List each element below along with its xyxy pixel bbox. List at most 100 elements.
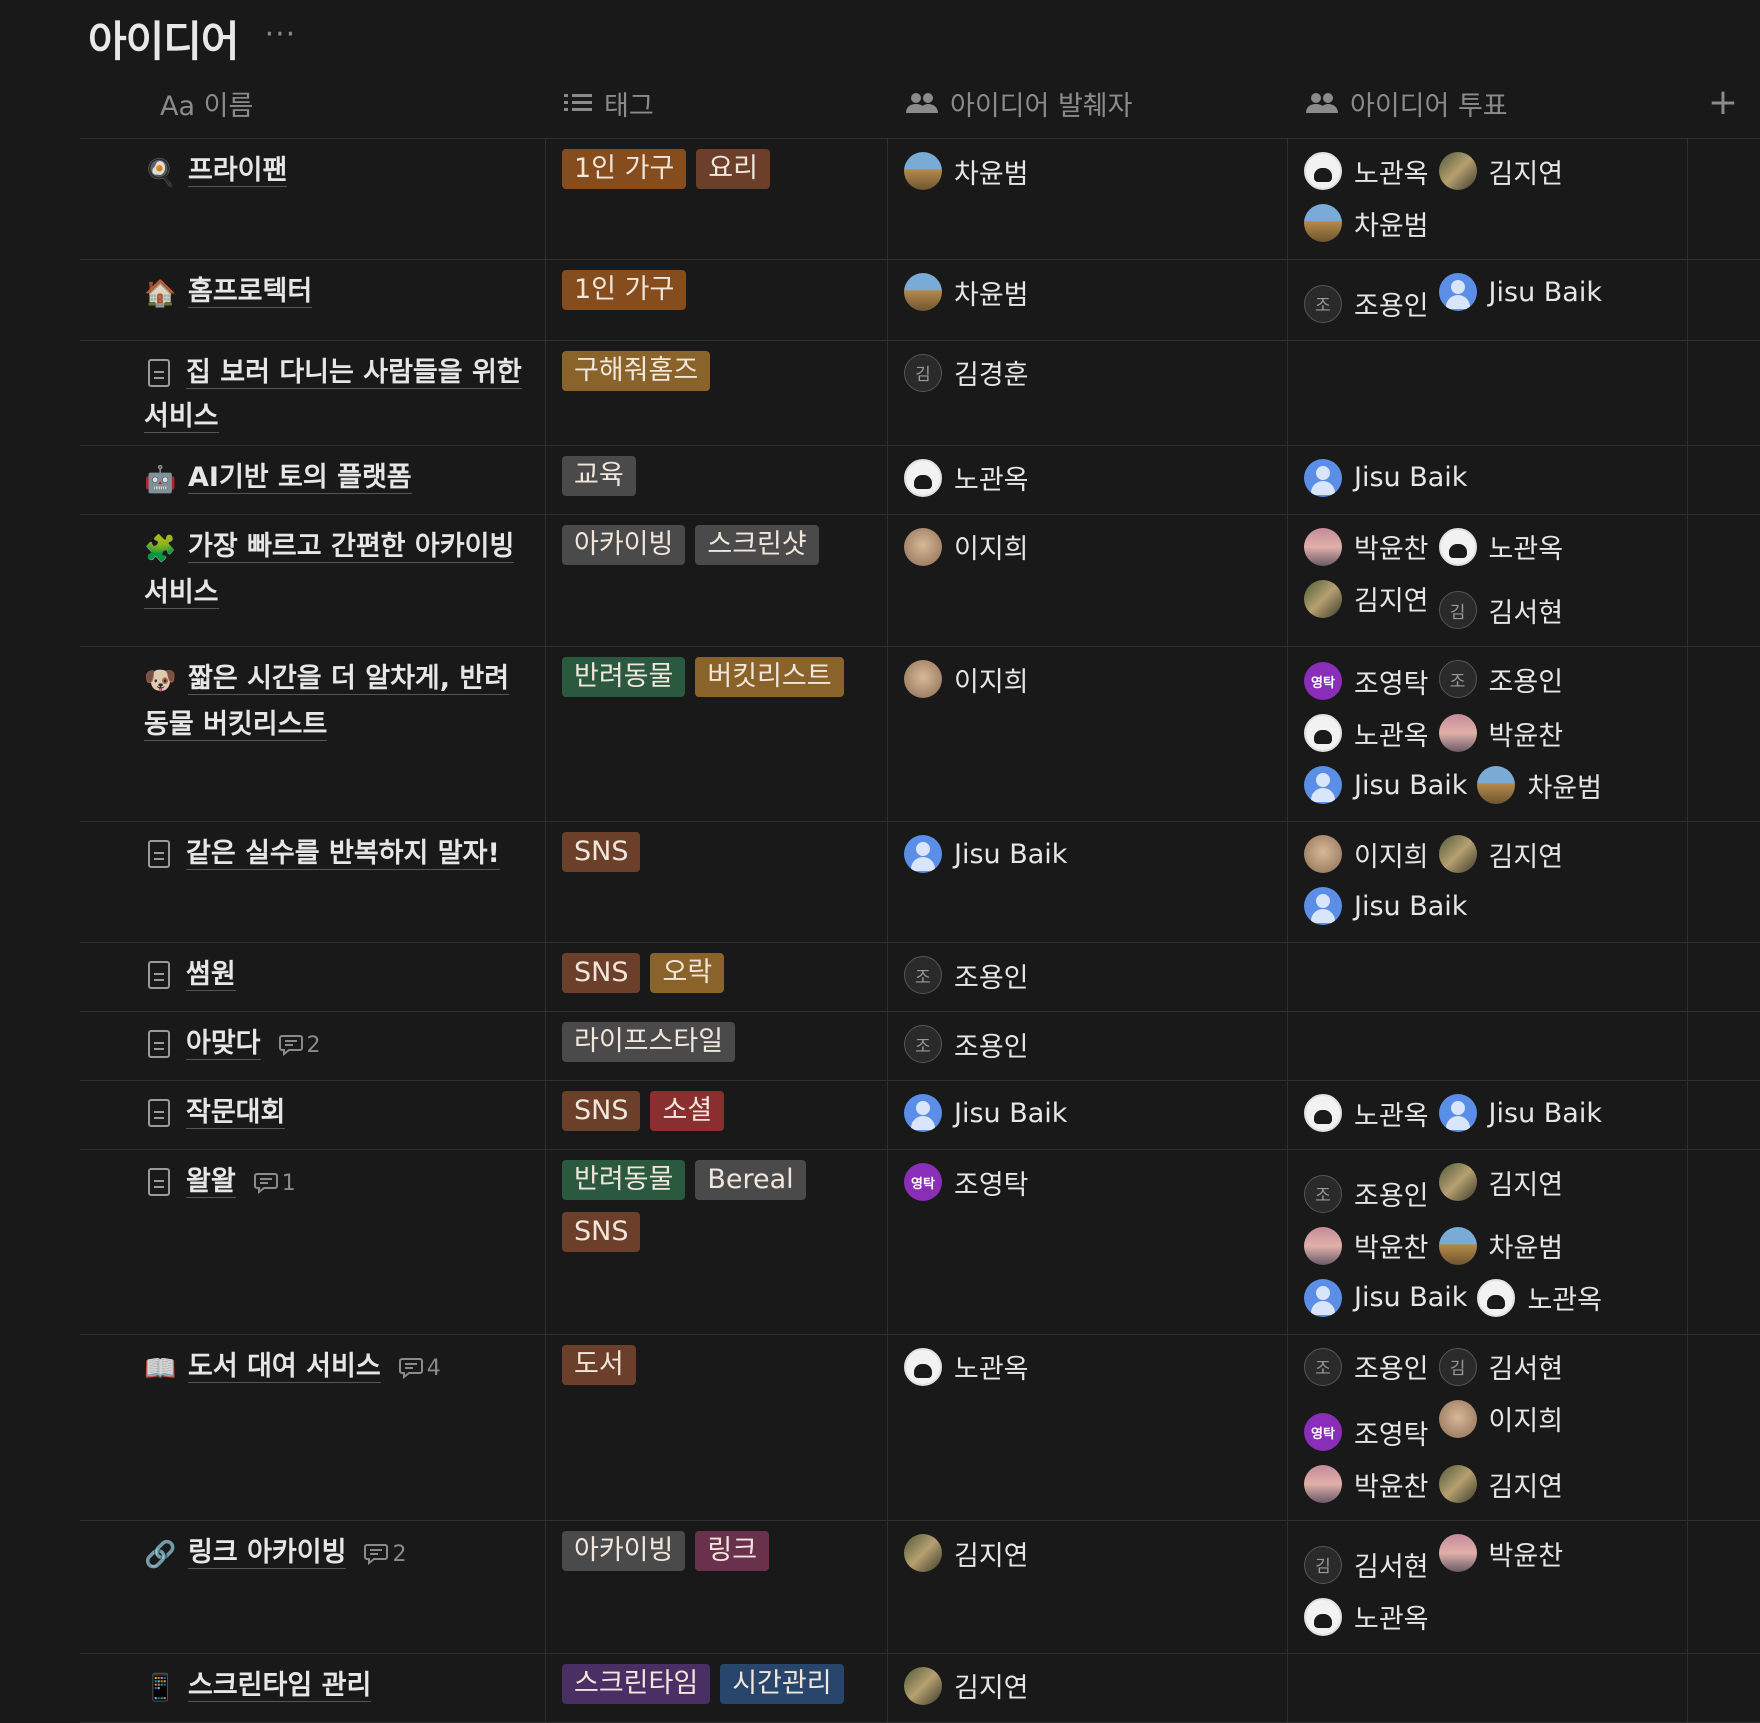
tag-chip[interactable]: 교육 (562, 455, 636, 496)
cell-name[interactable]: 작문대회 (80, 1081, 546, 1149)
cell-votes[interactable] (1288, 1653, 1688, 1722)
cell-creator[interactable]: Jisu Baik (888, 822, 1288, 942)
table-row[interactable]: 🧩 가장 빠르고 간편한 아카이빙 서비스 아카이빙 스크린샷 이지희 박윤찬 노관옥 김지연… (80, 514, 1760, 647)
comment-count[interactable]: 4 (398, 1356, 441, 1381)
cell-tags[interactable]: 교육 (546, 445, 888, 514)
page-title-link[interactable]: 집 보러 다니는 사람들을 위한 서비스 (144, 356, 522, 433)
cell-creator[interactable]: 이지희 (888, 647, 1288, 821)
tag-chip[interactable]: 1인 가구 (562, 270, 687, 310)
tag-chip[interactable]: 라이프스타일 (562, 1022, 736, 1062)
person-chip[interactable]: 이지희 (904, 525, 1029, 569)
page-title-link[interactable]: 아맞다 (186, 1028, 261, 1060)
table-row[interactable]: 같은 실수를 반복하지 말자! SNS Jisu Baik 이지희 김지연 Jisu Ba… (80, 822, 1760, 943)
page-title-link[interactable]: 프라이팬 (188, 155, 288, 187)
add-property-button[interactable]: + (1708, 82, 1738, 123)
page-title-link[interactable]: 가장 빠르고 간편한 아카이빙 서비스 (144, 530, 515, 609)
table-row[interactable]: 작문대회 SNS 소셜 Jisu Baik 노관옥 Jisu Baik (80, 1081, 1760, 1150)
person-chip[interactable]: 조 조용인 (904, 1022, 1029, 1066)
comment-count[interactable]: 1 (253, 1171, 296, 1196)
person-chip[interactable]: 박윤찬 (1438, 1531, 1563, 1575)
cell-name[interactable]: 🔗 링크 아카이빙 2 (80, 1521, 546, 1653)
person-chip[interactable]: 노관옥 (904, 456, 1029, 500)
cell-creator[interactable]: 조 조용인 (888, 943, 1288, 1011)
cell-tags[interactable]: SNS 소셜 (546, 1081, 888, 1149)
page-title[interactable]: 아이디어 (88, 8, 240, 69)
person-chip[interactable]: 김 김서현 (1304, 1543, 1429, 1587)
table-row[interactable]: 썸원 SNS 오락 조 조용인 (80, 943, 1760, 1012)
column-header-name[interactable]: Aa 이름 (80, 68, 546, 138)
cell-name[interactable]: 왈왈 1 (80, 1150, 546, 1334)
page-title-link[interactable]: 썸원 (186, 959, 236, 991)
cell-tags[interactable]: 1인 가구 (546, 260, 888, 340)
tag-chip[interactable]: 요리 (696, 149, 770, 189)
person-chip[interactable]: 김 김서현 (1438, 588, 1563, 632)
cell-votes[interactable]: 이지희 김지연 Jisu Baik (1288, 822, 1688, 942)
person-chip[interactable]: 영탁 조영탁 (1304, 1410, 1429, 1454)
table-row[interactable]: 📖 도서 대여 서비스 4 도서 노관옥 조 조용인 김 김서현 영탁 조영탁 이지희 박윤찬 김지연 (80, 1334, 1760, 1521)
page-title-link[interactable]: 짧은 시간을 더 알차게, 반려동물 버킷리스트 (144, 663, 510, 741)
page-title-link[interactable]: 같은 실수를 반복하지 말자! (186, 838, 500, 870)
cell-tags[interactable]: 라이프스타일 (546, 1012, 888, 1080)
cell-tags[interactable]: 반려동물 버킷리스트 (546, 647, 888, 821)
cell-creator[interactable]: 조 조용인 (888, 1012, 1288, 1080)
person-chip[interactable]: Jisu Baik (1438, 1091, 1602, 1135)
tag-chip[interactable]: 반려동물 (562, 657, 686, 697)
more-options-icon[interactable]: ··· (265, 17, 297, 52)
cell-tags[interactable]: SNS (546, 822, 888, 942)
tag-chip[interactable]: 구해줘홈즈 (562, 350, 711, 391)
cell-votes[interactable]: 조 조용인 김 김서현 영탁 조영탁 이지희 박윤찬 김지연 (1288, 1334, 1688, 1520)
comment-count[interactable]: 2 (278, 1033, 321, 1058)
cell-name[interactable]: 🏠 홈프로텍터 (80, 260, 546, 340)
tag-chip[interactable]: 스크린타임 (562, 1663, 711, 1704)
person-chip[interactable]: 김지연 (1438, 1462, 1563, 1506)
cell-name[interactable]: 🤖 AI기반 토의 플랫폼 (80, 445, 546, 514)
tag-chip[interactable]: 아카이빙 (562, 524, 686, 565)
cell-name[interactable]: 📱 스크린타임 관리 (80, 1653, 546, 1722)
tag-chip[interactable]: 아카이빙 (562, 1531, 686, 1571)
person-chip[interactable]: 김지연 (904, 1664, 1029, 1708)
page-title-link[interactable]: 도서 대여 서비스 (188, 1350, 381, 1383)
cell-creator[interactable]: 영탁 조영탁 (888, 1150, 1288, 1334)
person-chip[interactable]: 박윤찬 (1304, 525, 1429, 569)
person-chip[interactable]: Jisu Baik (904, 1091, 1067, 1135)
tag-chip[interactable]: 1인 가구 (562, 149, 687, 189)
cell-creator[interactable]: 노관옥 (888, 1334, 1288, 1520)
person-chip[interactable]: 노관옥 (1304, 1091, 1429, 1135)
cell-name[interactable]: 🍳 프라이팬 (80, 139, 546, 259)
person-chip[interactable]: Jisu Baik (1304, 456, 1467, 500)
person-chip[interactable]: 차윤범 (1477, 763, 1602, 807)
tag-chip[interactable]: 스크린샷 (695, 524, 819, 565)
person-chip[interactable]: 차윤범 (1438, 1224, 1563, 1268)
cell-tags[interactable]: 스크린타임 시간관리 (546, 1653, 888, 1722)
person-chip[interactable]: 노관옥 (1438, 525, 1563, 569)
cell-name[interactable]: 🧩 가장 빠르고 간편한 아카이빙 서비스 (80, 514, 546, 646)
page-title-link[interactable]: AI기반 토의 플랫폼 (188, 461, 412, 494)
person-chip[interactable]: Jisu Baik (1438, 270, 1602, 314)
column-header-creator[interactable]: 아이디어 발췌자 (888, 68, 1288, 138)
person-chip[interactable]: 조 조용인 (1304, 1172, 1429, 1216)
column-header-tags[interactable]: 태그 (546, 68, 888, 138)
person-chip[interactable]: 차윤범 (1304, 201, 1429, 245)
tag-chip[interactable]: Bereal (695, 1160, 806, 1200)
tag-chip[interactable]: SNS (562, 953, 641, 993)
page-title-link[interactable]: 홈프로텍터 (188, 276, 313, 308)
person-chip[interactable]: 노관옥 (1304, 711, 1429, 755)
person-chip[interactable]: 이지희 (1304, 832, 1429, 876)
person-chip[interactable]: 조 조용인 (904, 953, 1029, 997)
cell-name[interactable]: 같은 실수를 반복하지 말자! (80, 822, 546, 942)
person-chip[interactable]: 김 김경훈 (904, 351, 1029, 395)
cell-tags[interactable]: 아카이빙 링크 (546, 1521, 888, 1653)
cell-votes[interactable]: 조 조용인 Jisu Baik (1288, 260, 1688, 340)
page-title-link[interactable]: 링크 아카이빙 (188, 1537, 347, 1569)
cell-tags[interactable]: 아카이빙 스크린샷 (546, 514, 888, 646)
person-chip[interactable]: 노관옥 (904, 1345, 1029, 1389)
cell-tags[interactable]: 구해줘홈즈 (546, 340, 888, 445)
cell-creator[interactable]: 차윤범 (888, 139, 1288, 259)
table-row[interactable]: 📱 스크린타임 관리 스크린타임 시간관리 김지연 (80, 1653, 1760, 1723)
cell-votes[interactable]: 영탁 조영탁 조 조용인 노관옥 박윤찬 Jisu Baik 차윤범 (1288, 647, 1688, 821)
cell-tags[interactable]: 반려동물 Bereal SNS (546, 1150, 888, 1334)
person-chip[interactable]: Jisu Baik (1304, 1276, 1467, 1320)
tag-chip[interactable]: 링크 (695, 1531, 770, 1571)
tag-chip[interactable]: 시간관리 (720, 1663, 844, 1704)
cell-votes[interactable]: 박윤찬 노관옥 김지연 김 김서현 (1288, 514, 1688, 646)
